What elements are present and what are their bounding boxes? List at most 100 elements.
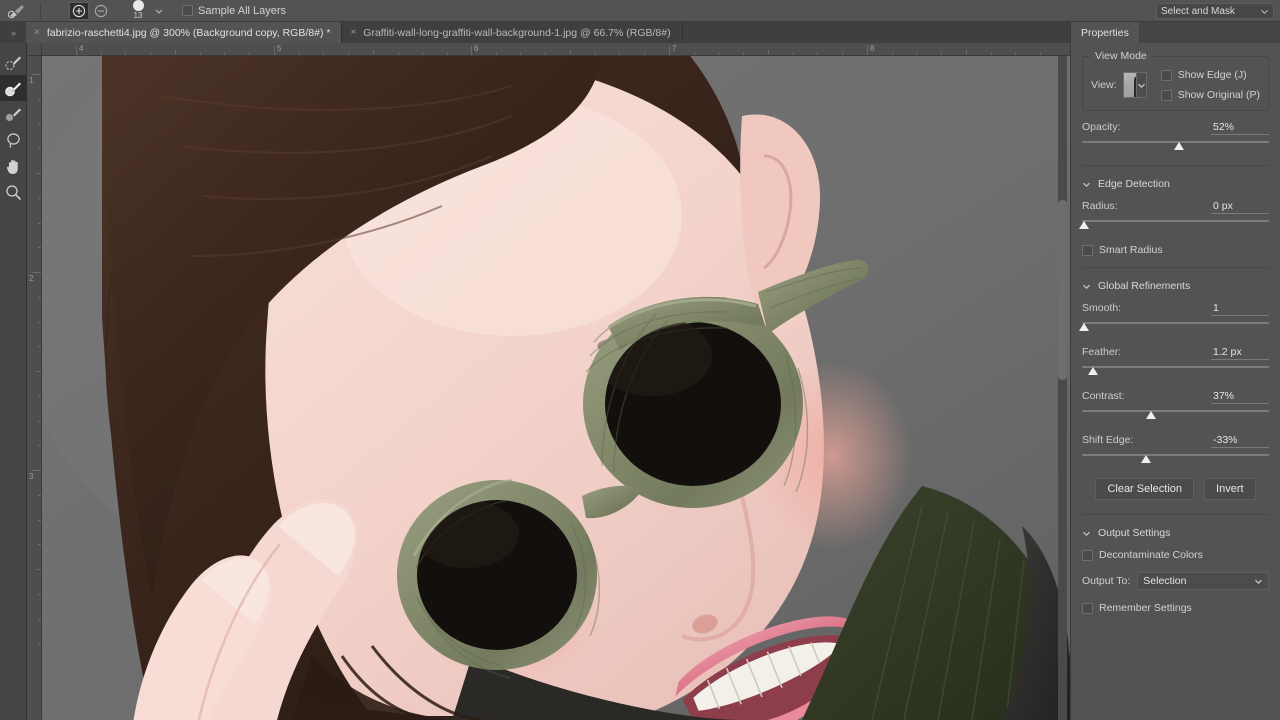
divider-2 xyxy=(1082,267,1269,268)
ruler-h-tick xyxy=(694,52,695,55)
ruler-h-tick xyxy=(768,50,769,55)
view-preview-thumbnail[interactable] xyxy=(1122,72,1137,98)
opacity-label: Opacity: xyxy=(1082,121,1121,133)
ruler-h-label: 4 xyxy=(79,44,84,53)
ruler-h-tick xyxy=(224,52,225,55)
workspace-selector[interactable]: Select and Mask xyxy=(1156,3,1274,19)
opacity-slider-thumb[interactable] xyxy=(1174,142,1185,150)
ruler-v-tick xyxy=(38,148,41,149)
ruler-v-tick xyxy=(38,520,41,521)
sidebar-tool-zoom[interactable] xyxy=(0,179,27,205)
shift-edge-slider-thumb[interactable] xyxy=(1140,455,1151,463)
sample-all-layers-checkbox[interactable] xyxy=(182,5,193,16)
decontaminate-colors-label: Decontaminate Colors xyxy=(1099,549,1203,561)
feather-slider-block: Feather: 1.2 px xyxy=(1082,346,1269,376)
radius-slider-thumb[interactable] xyxy=(1078,221,1089,229)
invert-button[interactable]: Invert xyxy=(1204,478,1256,500)
ruler-h-tick xyxy=(966,50,967,55)
document-tab-1[interactable]: × Graffiti-wall-long-graffiti-wall-backg… xyxy=(342,22,683,43)
contrast-slider-thumb[interactable] xyxy=(1146,411,1157,419)
ruler-h-tick xyxy=(471,46,472,55)
edge-detection-section-header[interactable]: Edge Detection xyxy=(1082,176,1269,190)
show-original-label: Show Original (P) xyxy=(1177,89,1260,101)
shift-edge-label: Shift Edge: xyxy=(1082,434,1134,446)
sidebar-tool-lasso[interactable] xyxy=(0,127,27,153)
ruler-h-tick xyxy=(867,46,868,55)
smooth-value[interactable]: 1 xyxy=(1211,302,1269,316)
ruler-corner xyxy=(27,43,42,56)
show-original-row[interactable]: Show Original (P) xyxy=(1160,89,1260,101)
ruler-v-tick xyxy=(38,619,41,620)
ruler-h-tick xyxy=(496,52,497,55)
panel-expand-icon[interactable]: » xyxy=(0,22,26,43)
canvas-scrollbar-track[interactable] xyxy=(1058,56,1067,720)
smart-radius-row[interactable]: Smart Radius xyxy=(1082,244,1269,256)
output-to-select[interactable]: Selection xyxy=(1137,572,1269,590)
smooth-slider[interactable] xyxy=(1078,320,1269,332)
shift-edge-value[interactable]: -33% xyxy=(1211,434,1269,448)
canvas-scrollbar-thumb[interactable] xyxy=(1058,200,1067,380)
shift-edge-slider-track xyxy=(1082,454,1269,456)
shift-edge-slider[interactable] xyxy=(1082,452,1269,464)
clear-selection-button[interactable]: Clear Selection xyxy=(1095,478,1195,500)
brush-options-chevron-down-icon[interactable] xyxy=(154,6,164,16)
ruler-horizontal[interactable]: 4 5 6 7 8 xyxy=(42,43,1070,56)
global-refinements-section-header[interactable]: Global Refinements xyxy=(1082,278,1269,292)
ruler-v-tick xyxy=(38,223,41,224)
radius-value[interactable]: 0 px xyxy=(1211,200,1269,214)
document-tab-0[interactable]: × fabrizio-raschetti4.jpg @ 300% (Backgr… xyxy=(26,22,343,43)
ruler-v-tick xyxy=(38,495,41,496)
sidebar-tool-refine-edge-brush[interactable] xyxy=(0,75,27,101)
show-original-checkbox[interactable] xyxy=(1160,89,1172,101)
tab-properties[interactable]: Properties xyxy=(1071,22,1139,43)
contrast-slider[interactable] xyxy=(1082,408,1269,420)
opacity-value[interactable]: 52% xyxy=(1211,121,1269,135)
ruler-h-tick xyxy=(619,52,620,55)
ruler-v-tick xyxy=(38,544,41,545)
photo-image xyxy=(42,56,1070,720)
sidebar-tool-quick-selection[interactable] xyxy=(0,49,27,75)
remember-settings-row[interactable]: Remember Settings xyxy=(1082,602,1269,614)
smooth-slider-track xyxy=(1082,322,1269,324)
image-canvas[interactable] xyxy=(42,56,1070,720)
ruler-h-label: 7 xyxy=(672,44,677,53)
subtract-from-selection-button[interactable] xyxy=(91,2,111,20)
view-mode-dropdown-button[interactable] xyxy=(1136,72,1147,98)
output-settings-title: Output Settings xyxy=(1098,527,1171,539)
brush-size-value: 13 xyxy=(133,10,143,20)
radius-slider[interactable] xyxy=(1078,218,1269,230)
smart-radius-label: Smart Radius xyxy=(1099,244,1163,256)
shift-edge-slider-block: Shift Edge: -33% xyxy=(1082,434,1269,464)
opacity-slider[interactable] xyxy=(1082,139,1269,151)
add-to-selection-button[interactable] xyxy=(69,1,89,20)
feather-label: Feather: xyxy=(1082,346,1122,358)
tools-panel xyxy=(0,43,27,720)
close-icon[interactable]: × xyxy=(34,27,40,38)
contrast-value[interactable]: 37% xyxy=(1211,390,1269,404)
remember-settings-checkbox[interactable] xyxy=(1082,602,1093,614)
feather-value[interactable]: 1.2 px xyxy=(1211,346,1269,360)
show-edge-checkbox[interactable] xyxy=(1160,69,1172,81)
close-icon[interactable]: × xyxy=(350,27,356,38)
chevron-down-icon xyxy=(1082,282,1091,291)
show-edge-row[interactable]: Show Edge (J) xyxy=(1160,69,1260,81)
ruler-vertical[interactable]: 1 2 3 xyxy=(27,56,42,720)
ruler-h-label: 5 xyxy=(277,44,282,53)
smart-radius-checkbox[interactable] xyxy=(1082,244,1093,256)
brush-size-preview[interactable]: 13 xyxy=(125,0,151,22)
decontaminate-colors-checkbox[interactable] xyxy=(1082,549,1093,561)
output-settings-section-header[interactable]: Output Settings xyxy=(1082,525,1269,539)
ruler-h-tick xyxy=(941,52,942,55)
ruler-h-tick xyxy=(991,52,992,55)
smooth-slider-block: Smooth: 1 xyxy=(1078,302,1269,332)
sidebar-tool-hand[interactable] xyxy=(0,153,27,179)
smooth-slider-thumb[interactable] xyxy=(1078,323,1089,331)
feather-slider[interactable] xyxy=(1082,364,1269,376)
ruler-v-label: 1 xyxy=(29,76,34,85)
sample-all-layers-row[interactable]: Sample All Layers xyxy=(182,5,286,17)
feather-slider-thumb[interactable] xyxy=(1088,367,1099,375)
ruler-h-tick xyxy=(373,50,374,55)
chevron-down-icon xyxy=(1254,577,1263,586)
decontaminate-colors-row[interactable]: Decontaminate Colors xyxy=(1082,549,1269,561)
sidebar-tool-brush[interactable] xyxy=(0,101,27,127)
